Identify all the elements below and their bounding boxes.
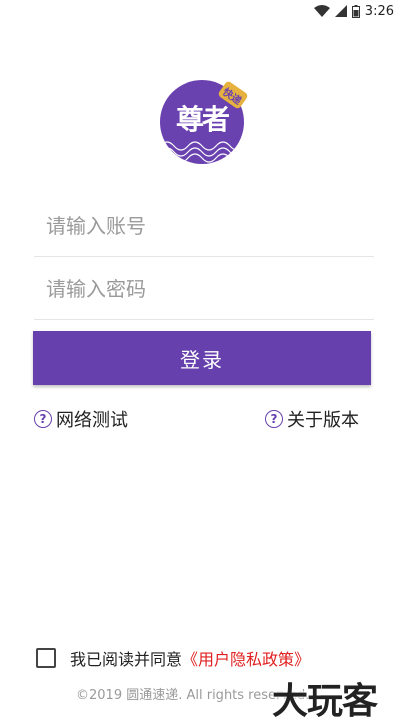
signal-icon <box>334 5 347 17</box>
password-input[interactable] <box>34 259 374 319</box>
help-icon: ? <box>34 410 52 428</box>
about-version-link[interactable]: ? 关于版本 <box>265 406 359 432</box>
help-icon: ? <box>265 410 283 428</box>
app-logo: 尊者 快递 <box>160 80 249 164</box>
privacy-policy-link[interactable]: 《用户隐私政策》 <box>182 646 310 670</box>
logo-text: 尊者 <box>175 103 230 136</box>
watermark: 大玩客 <box>272 681 378 722</box>
battery-icon <box>351 4 360 18</box>
account-input[interactable] <box>34 196 374 256</box>
wifi-icon <box>313 5 330 17</box>
account-field-wrap <box>34 196 374 257</box>
network-test-link[interactable]: ? 网络测试 <box>34 406 128 432</box>
agreement-row: 我已阅读并同意 《用户隐私政策》 <box>36 646 310 670</box>
agreement-prefix: 我已阅读并同意 <box>70 650 183 669</box>
status-time: 3:26 <box>364 3 394 19</box>
status-bar: 3:26 <box>0 0 404 22</box>
logo-waves-icon <box>160 141 244 163</box>
login-button[interactable]: 登录 <box>33 331 371 385</box>
password-field-wrap <box>34 259 374 320</box>
agreement-checkbox[interactable] <box>36 648 56 668</box>
network-test-label: 网络测试 <box>56 410 128 431</box>
about-version-label: 关于版本 <box>287 410 359 431</box>
